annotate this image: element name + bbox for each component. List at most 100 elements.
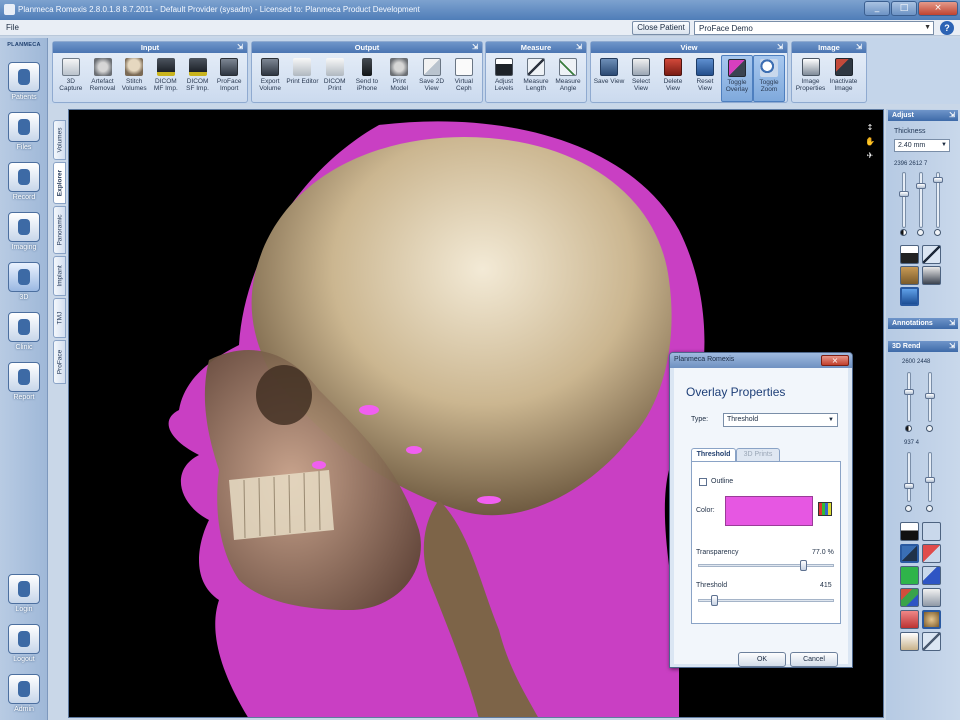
print-model-button[interactable]: Print Model [383, 55, 415, 102]
hand-icon[interactable]: ✋ [865, 138, 875, 146]
3d-render-header[interactable]: 3D Rend ⇲ [888, 341, 958, 352]
menu-file[interactable]: File [6, 23, 19, 32]
threshold-slider-knob[interactable] [711, 595, 719, 606]
nav-record[interactable]: Record [7, 162, 41, 201]
reset-dot-icon[interactable] [926, 505, 933, 512]
reset-dot-icon[interactable] [934, 229, 941, 236]
nav-3d[interactable]: 3D [7, 262, 41, 301]
slider-knob[interactable] [899, 191, 909, 197]
cancel-button[interactable]: Cancel [790, 652, 838, 667]
render-mode-icon[interactable] [900, 522, 919, 541]
bone-preset-icon[interactable] [900, 632, 919, 651]
virtual-ceph-button[interactable]: Virtual Ceph [448, 55, 480, 102]
adjust-levels-button[interactable]: Adjust Levels [488, 55, 520, 102]
red-plane-icon[interactable] [922, 544, 941, 563]
pen-tool-icon[interactable] [922, 245, 941, 264]
save-view-button[interactable]: Save View [593, 55, 625, 102]
send-to-iphone-button[interactable]: Send to iPhone [351, 55, 383, 102]
skin-preset-icon[interactable] [922, 610, 941, 629]
dialog-close-button[interactable]: × [821, 355, 849, 366]
nav-admin[interactable]: Admin [7, 674, 41, 713]
export-volume-button[interactable]: Export Volume [254, 55, 286, 102]
blue-plane-icon[interactable] [922, 566, 941, 585]
nav-logout[interactable]: Logout [7, 624, 41, 663]
pan-icon[interactable]: ↕ [865, 124, 875, 132]
close-patient-button[interactable]: Close Patient [632, 21, 690, 35]
launcher-icon[interactable]: ⇲ [237, 42, 243, 53]
minimize-button[interactable]: _ [864, 1, 890, 16]
clip-plane-icon[interactable] [900, 544, 919, 563]
dicom-print-button[interactable]: DICOM Print [319, 55, 351, 102]
reset-view-button[interactable]: Reset View [689, 55, 721, 102]
adjust-header[interactable]: Adjust ⇲ [888, 110, 958, 121]
patient-select[interactable]: ProFace Demo ▼ [694, 21, 934, 35]
window-width-slider[interactable] [916, 172, 926, 228]
slider-knob[interactable] [925, 477, 935, 483]
launcher-icon[interactable]: ⇲ [856, 42, 862, 53]
color-preset-icon[interactable] [900, 610, 919, 629]
nav-patients[interactable]: Patients [7, 62, 41, 101]
pin-icon[interactable]: ⇲ [949, 318, 955, 329]
fly-icon[interactable]: ✈ [865, 152, 875, 160]
print-tool-icon[interactable] [900, 245, 919, 264]
slider-knob[interactable] [925, 393, 935, 399]
bone-icon[interactable] [922, 588, 941, 607]
transparency-slider[interactable] [698, 564, 834, 567]
annotations-header[interactable]: Annotations ⇲ [888, 318, 958, 329]
slider-knob[interactable] [904, 389, 914, 395]
slider-knob[interactable] [933, 177, 943, 183]
tab-3d-prints[interactable]: 3D Prints [736, 448, 780, 461]
ok-button[interactable]: OK [738, 652, 786, 667]
3d-capture-button[interactable]: 3D Capture [55, 55, 87, 102]
close-window-button[interactable]: × [918, 1, 958, 16]
nav-clinic[interactable]: Clinic [7, 312, 41, 351]
render-width-slider[interactable] [925, 372, 935, 422]
launcher-icon[interactable]: ⇲ [576, 42, 582, 53]
axes-icon[interactable] [900, 588, 919, 607]
launcher-icon[interactable]: ⇲ [472, 42, 478, 53]
tab-proface[interactable]: ProFace [53, 340, 66, 384]
slider-knob[interactable] [916, 183, 926, 189]
brightness-slider[interactable] [925, 452, 935, 502]
nav-login[interactable]: Login [7, 574, 41, 613]
print-editor-button[interactable]: Print Editor [286, 55, 319, 102]
inactivate-image-button[interactable]: Inactivate Image [827, 55, 860, 102]
artefact-removal-button[interactable]: Artefact Removal [87, 55, 119, 102]
proface-import-button[interactable]: ProFace Import [213, 55, 245, 102]
save-2d-view-button[interactable]: Save 2D View [415, 55, 447, 102]
pin-icon[interactable]: ⇲ [949, 110, 955, 121]
slider-knob[interactable] [904, 483, 914, 489]
dicom-sf-import-button[interactable]: DICOM SF Imp. [182, 55, 214, 102]
window-level-slider[interactable] [899, 172, 909, 228]
tab-tmj[interactable]: TMJ [53, 298, 66, 338]
tab-volumes[interactable]: Volumes [53, 120, 66, 160]
transparency-slider-knob[interactable] [799, 560, 807, 571]
dicom-mf-import-button[interactable]: DICOM MF Imp. [150, 55, 182, 102]
type-select[interactable]: Threshold ▼ [723, 413, 838, 427]
nav-files[interactable]: Files [7, 112, 41, 151]
palette-icon[interactable] [818, 502, 832, 516]
image-properties-button[interactable]: Image Properties [794, 55, 827, 102]
gamma-slider[interactable] [933, 172, 943, 228]
tab-threshold[interactable]: Threshold [691, 448, 736, 461]
brush-tool-icon[interactable] [900, 266, 919, 285]
measure-angle-button[interactable]: Measure Angle [552, 55, 584, 102]
thickness-select[interactable]: 2.40 mm ▼ [894, 139, 950, 152]
render-level-slider[interactable] [904, 372, 914, 422]
color-swatch[interactable] [725, 496, 813, 526]
green-plane-icon[interactable] [900, 566, 919, 585]
tab-panoramic[interactable]: Panoramic [53, 206, 66, 254]
active-tool-icon[interactable] [900, 287, 919, 306]
delete-view-button[interactable]: Delete View [657, 55, 689, 102]
reset-dot-icon[interactable] [917, 229, 924, 236]
toggle-zoom-button[interactable]: Toggle Zoom [752, 55, 786, 102]
launcher-icon[interactable]: ⇲ [777, 42, 783, 53]
reset-dot-icon[interactable] [926, 425, 933, 432]
light-icon[interactable] [922, 522, 941, 541]
stitch-volumes-button[interactable]: Stitch Volumes [118, 55, 150, 102]
pin-icon[interactable]: ⇲ [949, 341, 955, 352]
crop-tool-icon[interactable] [922, 266, 941, 285]
select-view-button[interactable]: Select View [625, 55, 657, 102]
toggle-overlay-button[interactable]: Toggle Overlay [720, 55, 753, 102]
outline-checkbox[interactable] [699, 478, 707, 486]
